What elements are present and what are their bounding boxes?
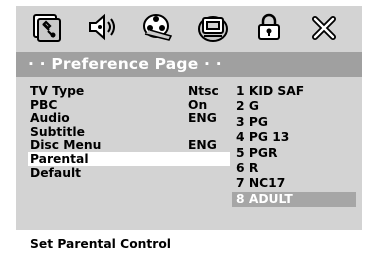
status-bar: Set Parental Control (16, 230, 362, 255)
page-title: · · Preference Page · · (28, 55, 222, 73)
video-setup-icon[interactable] (142, 12, 173, 42)
setting-label: Disc Menu (30, 138, 102, 153)
setting-row-subtitle[interactable]: Subtitle (30, 125, 220, 139)
rating-option-label: 1 KID SAF (236, 84, 305, 98)
setting-label: Subtitle (30, 124, 85, 139)
setting-label: TV Type (30, 84, 85, 98)
status-text: Set Parental Control (30, 237, 171, 251)
setup-tab-row (16, 6, 362, 46)
rating-option[interactable]: 6 R (232, 161, 356, 176)
rating-option[interactable]: 7 NC17 (232, 176, 356, 191)
setting-value: Ntsc (188, 84, 219, 98)
rating-option-label: 6 R (236, 161, 259, 175)
setting-label: Default (30, 165, 82, 180)
setting-row-default[interactable]: Default (30, 166, 220, 180)
setting-label: Audio (30, 111, 70, 126)
setting-value: ENG (188, 111, 217, 126)
exit-icon[interactable] (310, 12, 340, 42)
rating-option-label: 8 ADULT (236, 191, 293, 206)
rating-option-label: 5 PGR (236, 145, 278, 160)
rating-option-label: 4 PG 13 (236, 130, 290, 145)
setting-value: ENG (188, 138, 217, 153)
setting-label: Parental (30, 152, 89, 166)
rating-option-label: 2 G (236, 99, 259, 114)
general-setup-icon[interactable] (32, 12, 62, 42)
rating-option-label: 7 NC17 (236, 176, 286, 191)
speaker-setup-icon[interactable] (86, 12, 116, 42)
preference-setup-icon[interactable] (198, 12, 228, 42)
rating-option[interactable]: 2 G (232, 99, 356, 114)
setup-menu-panel: · · Preference Page · · TV Type Ntsc PBC On… (16, 6, 362, 255)
rating-option[interactable]: 1 KID SAF (232, 84, 356, 99)
setting-row-disc-menu[interactable]: Disc Menu ENG (30, 138, 220, 152)
setting-row-tv-type[interactable]: TV Type Ntsc (30, 84, 220, 98)
dvd-setup-screen: · · Preference Page · · TV Type Ntsc PBC On… (0, 0, 378, 255)
setting-row-pbc[interactable]: PBC On (30, 98, 220, 112)
password-lock-icon[interactable] (254, 12, 284, 42)
rating-option-label: 3 PG (236, 114, 268, 129)
setting-label: PBC (30, 97, 58, 112)
rating-option[interactable]: 5 PGR (232, 146, 356, 161)
rating-option[interactable]: 3 PG (232, 115, 356, 130)
rating-option[interactable]: 4 PG 13 (232, 130, 356, 145)
setting-row-parental[interactable]: Parental (28, 152, 230, 166)
setting-value: On (188, 97, 208, 112)
rating-option[interactable]: 8 ADULT (232, 191, 356, 207)
setting-row-audio[interactable]: Audio ENG (30, 111, 220, 125)
page-header-bar: · · Preference Page · · (16, 52, 362, 77)
